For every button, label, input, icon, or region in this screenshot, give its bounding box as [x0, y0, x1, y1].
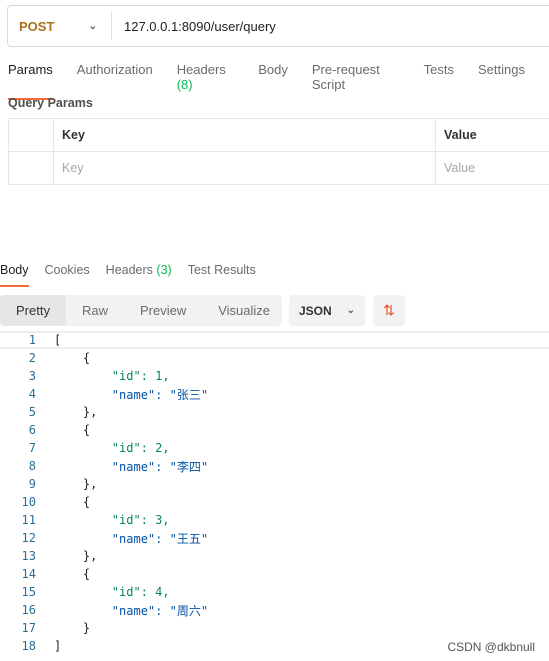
- code-text: "id": 3,: [54, 513, 170, 527]
- code-text: },: [54, 549, 98, 563]
- line-number: 18: [21, 639, 36, 653]
- key-header: Key: [53, 118, 436, 152]
- code-text: },: [54, 405, 98, 419]
- tab-settings[interactable]: Settings: [478, 62, 525, 100]
- code-line: 2 {: [0, 349, 549, 367]
- code-line: 8 "name": "李四": [0, 457, 549, 475]
- code-text: {: [54, 351, 91, 365]
- code-line: 11 "id": 3,: [0, 511, 549, 529]
- url-input[interactable]: 127.0.0.1:8090/user/query: [112, 19, 276, 34]
- params-table: Key Value Key Value: [8, 118, 549, 185]
- format-select[interactable]: JSON ⌄: [289, 295, 365, 326]
- code-line: 4 "name": "张三": [0, 385, 549, 403]
- line-number: 2: [28, 351, 36, 365]
- code-text: "id": 4,: [54, 585, 170, 599]
- code-line: 3 "id": 1,: [0, 367, 549, 385]
- response-headers-label: Headers: [105, 263, 153, 277]
- code-text: "name": "王五": [54, 531, 209, 546]
- code-line: 14 {: [0, 565, 549, 583]
- code-line: 9 },: [0, 475, 549, 493]
- line-number: 12: [21, 531, 36, 545]
- url-bar: POST ⌄ 127.0.0.1:8090/user/query: [7, 5, 549, 47]
- line-number: 16: [21, 603, 36, 617]
- code-text: "name": "张三": [54, 387, 209, 402]
- response-body-editor[interactable]: 1[2 {3 "id": 1, 4 "name": "张三" 5 }, 6 {7 "i…: [0, 331, 549, 655]
- tab-pre-request-script[interactable]: Pre-request Script: [312, 62, 400, 100]
- code-line: 16 "name": "周六": [0, 601, 549, 619]
- code-line: 12 "name": "王五": [0, 529, 549, 547]
- tab-response-headers[interactable]: Headers (3): [106, 263, 172, 287]
- tab-test-results[interactable]: Test Results: [188, 263, 256, 287]
- code-line: 17 }: [0, 619, 549, 637]
- method-select[interactable]: POST ⌄: [8, 12, 112, 40]
- line-number: 6: [28, 423, 36, 437]
- row-checkbox: [8, 151, 54, 185]
- line-number: 17: [21, 621, 36, 635]
- tab-params[interactable]: Params: [8, 62, 53, 100]
- line-number: 4: [28, 387, 36, 401]
- query-params-title: Query Params: [8, 96, 93, 110]
- response-tabs: Body Cookies Headers (3) Test Results: [0, 263, 272, 287]
- tab-cookies[interactable]: Cookies: [45, 263, 90, 287]
- code-line: 5 },: [0, 403, 549, 421]
- line-number: 13: [21, 549, 36, 563]
- request-tabs: Params Authorization Headers (8) Body Pr…: [8, 62, 549, 100]
- line-number: 7: [28, 441, 36, 455]
- watermark: CSDN @dkbnull: [447, 640, 535, 654]
- mode-preview[interactable]: Preview: [124, 295, 202, 326]
- line-number: 1: [28, 333, 36, 347]
- line-number: 8: [28, 459, 36, 473]
- code-text: {: [54, 495, 91, 509]
- line-number: 15: [21, 585, 36, 599]
- value-input[interactable]: Value: [435, 151, 549, 185]
- chevron-down-icon: ⌄: [88, 20, 97, 32]
- tab-headers-label: Headers: [176, 62, 226, 77]
- code-text: "id": 2,: [54, 441, 170, 455]
- line-number: 3: [28, 369, 36, 383]
- view-mode-switch: Pretty Raw Preview Visualize: [0, 295, 282, 326]
- mode-pretty[interactable]: Pretty: [0, 295, 66, 326]
- line-number: 9: [28, 477, 36, 491]
- code-line: 13 },: [0, 547, 549, 565]
- line-number: 10: [21, 495, 36, 509]
- method-label: POST: [19, 18, 55, 34]
- line-number: 11: [21, 513, 36, 527]
- code-line: 10 {: [0, 493, 549, 511]
- tab-response-body[interactable]: Body: [0, 263, 29, 287]
- code-text: {: [54, 423, 91, 437]
- format-label: JSON: [299, 303, 332, 318]
- code-line: 7 "id": 2,: [0, 439, 549, 457]
- code-text: [: [54, 333, 62, 347]
- chevron-down-icon: ⌄: [346, 305, 355, 316]
- code-text: }: [54, 621, 91, 635]
- code-text: },: [54, 477, 98, 491]
- mode-visualize[interactable]: Visualize: [202, 295, 286, 326]
- code-line: 6 {: [0, 421, 549, 439]
- tab-headers[interactable]: Headers (8): [177, 62, 235, 100]
- code-line: 1[: [0, 331, 549, 349]
- code-text: {: [54, 567, 91, 581]
- value-header: Value: [435, 118, 549, 152]
- key-input[interactable]: Key: [53, 151, 436, 185]
- line-number: 5: [28, 405, 36, 419]
- tab-authorization[interactable]: Authorization: [77, 62, 153, 100]
- code-text: "name": "李四": [54, 459, 209, 474]
- headers-count: (8): [176, 77, 193, 92]
- code-text: "name": "周六": [54, 603, 209, 618]
- code-text: "id": 1,: [54, 369, 170, 383]
- code-line: 15 "id": 4,: [0, 583, 549, 601]
- wrap-lines-icon[interactable]: ⇅: [373, 295, 405, 326]
- tab-body[interactable]: Body: [258, 62, 288, 100]
- mode-raw[interactable]: Raw: [66, 295, 124, 326]
- code-text: ]: [54, 639, 62, 653]
- checkbox-col: [8, 118, 54, 152]
- response-headers-count: (3): [156, 263, 172, 277]
- tab-tests[interactable]: Tests: [424, 62, 454, 100]
- line-number: 14: [21, 567, 36, 581]
